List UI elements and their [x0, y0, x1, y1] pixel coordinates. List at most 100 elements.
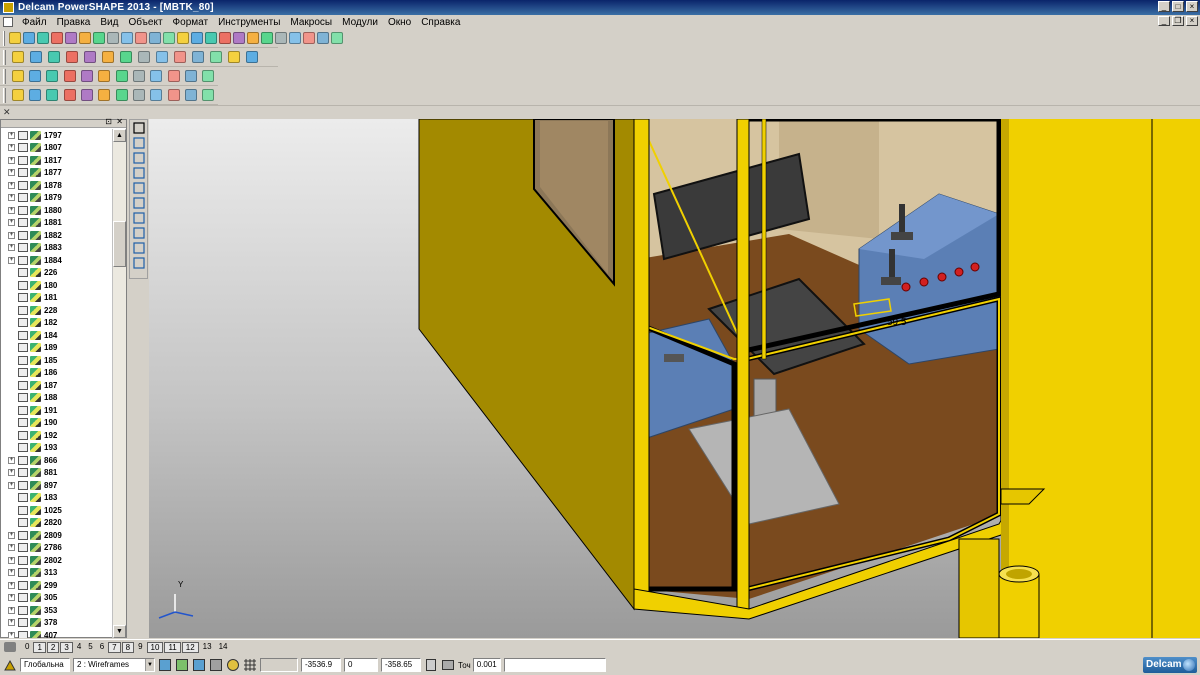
view-iso2-icon[interactable]	[82, 49, 98, 65]
tree-item[interactable]: +1807	[1, 142, 112, 155]
paint-icon[interactable]	[289, 30, 301, 46]
tree-item[interactable]: +299	[1, 579, 112, 592]
tree-item[interactable]: 192	[1, 429, 112, 442]
view-cube-3-icon[interactable]	[192, 658, 206, 672]
zoom-in-icon[interactable]	[100, 49, 116, 65]
coord-z-field[interactable]: -358.65	[381, 658, 421, 672]
expand-icon[interactable]: +	[8, 181, 15, 189]
box2-icon[interactable]	[149, 68, 164, 84]
box-icon[interactable]	[131, 68, 146, 84]
tree-item[interactable]: +305	[1, 592, 112, 605]
grid-icon[interactable]	[243, 658, 257, 672]
expand-icon[interactable]: +	[8, 206, 15, 214]
expand-icon[interactable]: +	[8, 631, 15, 638]
layers-icon[interactable]	[131, 135, 146, 150]
expand-icon[interactable]: +	[8, 569, 15, 577]
menu-help[interactable]: Справка	[416, 17, 465, 28]
scroll-down-icon[interactable]: ▼	[113, 625, 126, 638]
tree-item[interactable]: 181	[1, 292, 112, 305]
tree-item[interactable]: 228	[1, 304, 112, 317]
revolve-icon[interactable]	[183, 68, 198, 84]
tree-item[interactable]: +1878	[1, 179, 112, 192]
workplane-icon[interactable]	[3, 658, 17, 672]
fill-icon[interactable]	[45, 68, 60, 84]
tree-item[interactable]: 191	[1, 404, 112, 417]
expand-icon[interactable]: +	[8, 144, 15, 152]
expand-icon[interactable]: +	[8, 256, 15, 264]
menu-object[interactable]: Объект	[123, 17, 167, 28]
polyline-icon[interactable]	[131, 165, 146, 180]
menu-view[interactable]: Вид	[95, 17, 123, 28]
tree-item[interactable]: 2820	[1, 517, 112, 530]
mirror-icon[interactable]	[166, 87, 181, 103]
expand-icon[interactable]: +	[8, 469, 15, 477]
quick-select-icon[interactable]	[205, 30, 217, 46]
expand-icon[interactable]: +	[8, 219, 15, 227]
zoom-fit-icon[interactable]	[154, 49, 170, 65]
toolbar-grip[interactable]	[3, 49, 6, 65]
view-top-icon[interactable]	[10, 49, 26, 65]
tree-item[interactable]: 180	[1, 279, 112, 292]
line-icon[interactable]	[131, 150, 146, 165]
tree-item[interactable]: 226	[1, 267, 112, 280]
expand-icon[interactable]: +	[8, 194, 15, 202]
solid-sphere-icon[interactable]	[79, 68, 94, 84]
zoom-out-icon[interactable]	[118, 49, 134, 65]
render-mode-icon[interactable]	[244, 49, 260, 65]
expand-icon[interactable]: +	[8, 581, 15, 589]
pin-icon[interactable]: ⊡	[105, 117, 112, 126]
minimize-icon[interactable]: _	[1158, 1, 1170, 12]
dimension-icon[interactable]	[131, 225, 146, 240]
surface-icon[interactable]	[62, 68, 77, 84]
maximize-icon[interactable]: □	[1172, 1, 1184, 12]
tree-item[interactable]: +1879	[1, 192, 112, 205]
copy-icon[interactable]	[107, 30, 119, 46]
tree-item[interactable]: +1877	[1, 167, 112, 180]
doc-restore-icon[interactable]: ❐	[1172, 16, 1184, 26]
cone-icon[interactable]	[97, 68, 112, 84]
workplane-select[interactable]: Глобальна ▼	[20, 658, 70, 672]
open-model-icon[interactable]	[37, 30, 49, 46]
ruler-icon[interactable]	[441, 658, 455, 672]
shaded-icon[interactable]	[190, 49, 206, 65]
document-icon[interactable]	[27, 68, 42, 84]
tree-item[interactable]: 184	[1, 329, 112, 342]
snap-icon[interactable]	[226, 658, 240, 672]
level-button[interactable]: 6	[97, 642, 107, 653]
view-cube-4-icon[interactable]	[209, 658, 223, 672]
delete-icon[interactable]	[149, 30, 161, 46]
expand-icon[interactable]: +	[8, 531, 15, 539]
level-button[interactable]: 2	[46, 641, 60, 653]
view-iso-icon[interactable]	[64, 49, 80, 65]
levels-icon[interactable]	[4, 642, 16, 652]
toolbar-grip[interactable]	[3, 30, 5, 46]
save-icon[interactable]	[51, 30, 63, 46]
level-button[interactable]: 5	[85, 642, 95, 653]
sphere-icon[interactable]	[10, 87, 25, 103]
menu-format[interactable]: Формат	[168, 17, 214, 28]
paste-icon[interactable]	[121, 30, 133, 46]
render-icon[interactable]	[317, 30, 329, 46]
graphics-viewport[interactable]: 59.5 Y	[149, 119, 1200, 638]
calculator-icon[interactable]	[424, 658, 438, 672]
document-icon[interactable]	[3, 17, 13, 27]
curve-icon[interactable]	[261, 30, 273, 46]
view-front-icon[interactable]	[28, 49, 44, 65]
tree-item[interactable]: 188	[1, 392, 112, 405]
level-button[interactable]: 0	[22, 642, 32, 653]
tree-item[interactable]: +1817	[1, 154, 112, 167]
tree-item[interactable]: +1797	[1, 129, 112, 142]
fillet-icon[interactable]	[114, 87, 129, 103]
scroll-thumb[interactable]	[113, 221, 126, 267]
tree-item[interactable]: +1881	[1, 217, 112, 230]
expand-icon[interactable]: +	[8, 156, 15, 164]
tree-item[interactable]: +2809	[1, 529, 112, 542]
expand-icon[interactable]: +	[8, 244, 15, 252]
zoom-window-icon[interactable]	[136, 49, 152, 65]
tree-item[interactable]: +2802	[1, 554, 112, 567]
text-icon[interactable]	[275, 30, 287, 46]
tree-item[interactable]: +378	[1, 617, 112, 630]
chamfer-icon[interactable]	[131, 87, 146, 103]
brush-icon[interactable]	[135, 30, 147, 46]
expand-icon[interactable]: +	[8, 169, 15, 177]
